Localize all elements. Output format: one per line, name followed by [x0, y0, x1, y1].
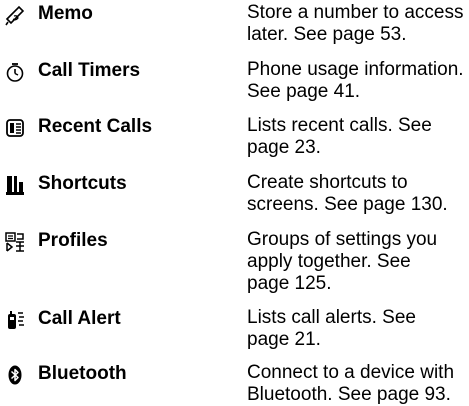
call-timers-icon [4, 61, 26, 83]
description-line: Connect to a device with [247, 362, 455, 383]
feature-description: Create shortcuts to screens. See page 13… [247, 172, 467, 216]
feature-description: Connect to a device with Bluetooth. See … [247, 362, 467, 406]
shortcuts-icon [4, 174, 26, 196]
feature-description: Lists call alerts. See page 21. [247, 307, 467, 351]
feature-name: Call Timers [38, 60, 141, 81]
description-line: Bluetooth. See page 93. [247, 384, 451, 405]
feature-description: Store a number to access later. See page… [247, 2, 467, 46]
feature-name: Profiles [38, 230, 108, 251]
description-line: See page 41. [247, 81, 361, 102]
description-line: Lists call alerts. See [247, 307, 416, 328]
description-line: page 125. [247, 273, 332, 294]
bluetooth-icon [4, 364, 26, 386]
description-line: Create shortcuts to [247, 172, 408, 193]
feature-name: Call Alert [38, 308, 121, 329]
description-line: Phone usage information. [247, 59, 464, 80]
feature-description: Groups of settings you apply together. S… [247, 229, 467, 295]
description-line: apply together. See [247, 251, 411, 272]
description-line: page 21. [247, 329, 321, 350]
feature-name: Shortcuts [38, 173, 127, 194]
feature-name: Recent Calls [38, 116, 153, 137]
description-line: page 23. [247, 137, 321, 158]
memo-icon [4, 4, 26, 26]
description-line: later. See page 53. [247, 24, 407, 45]
profiles-icon [4, 231, 26, 253]
description-line: screens. See page 130. [247, 194, 448, 215]
feature-name: Bluetooth [38, 363, 127, 384]
description-line: Store a number to access [247, 2, 464, 23]
feature-name: Memo [38, 3, 93, 24]
description-line: Groups of settings you [247, 229, 438, 250]
feature-description: Phone usage information. See page 41. [247, 59, 467, 103]
description-line: Lists recent calls. See [247, 115, 432, 136]
recent-calls-icon [4, 117, 26, 139]
call-alert-icon [4, 309, 26, 331]
feature-description: Lists recent calls. See page 23. [247, 115, 467, 159]
